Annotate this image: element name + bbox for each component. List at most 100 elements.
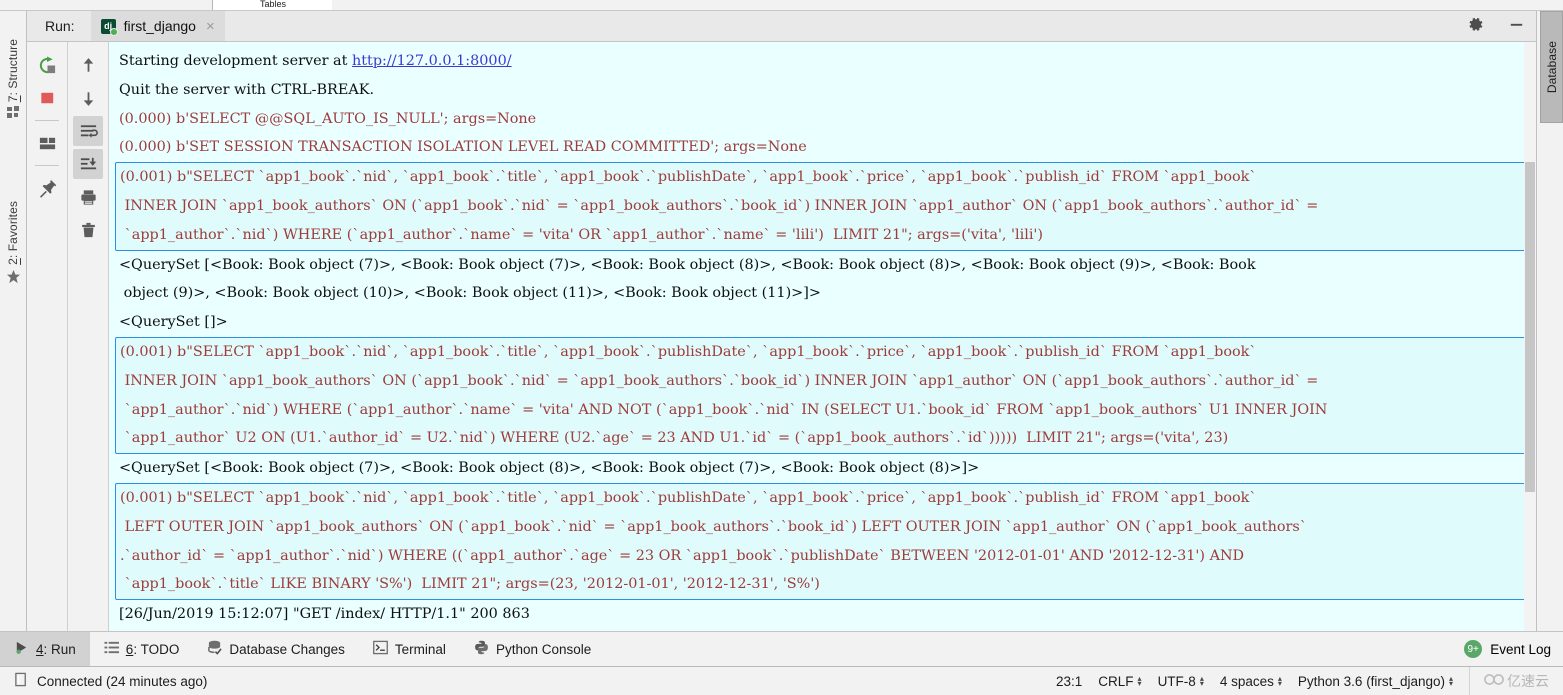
console-text: object (9)>, <Book: Book object (10)>, <… <box>119 285 821 302</box>
indent-picker[interactable]: 4 spaces ▴ ▾ <box>1220 674 1282 689</box>
console-line: <QuerySet []> <box>119 308 1536 337</box>
console-line: .`author_id` = `app1_author`.`nid`) WHER… <box>120 547 1245 564</box>
console-vertical-scrollbar[interactable] <box>1524 42 1536 631</box>
sidebar-item-structure[interactable]: 7: Structure <box>0 39 26 124</box>
toolbar-separator <box>35 120 59 121</box>
console-line: `app1_author`.`nid`) WHERE (`app1_author… <box>120 226 1043 243</box>
scrollbar-thumb[interactable] <box>1525 162 1535 492</box>
console-line: Quit the server with CTRL-BREAK. <box>119 76 1536 105</box>
console-line: object (9)>, <Book: Book object (10)>, <… <box>119 279 1536 308</box>
up-arrow-icon[interactable] <box>73 50 103 80</box>
editor-tab-stub-tables[interactable]: Tables <box>212 0 334 10</box>
status-connection-label: Connected (24 minutes ago) <box>37 673 208 689</box>
event-log-badge: 9+ <box>1464 640 1483 658</box>
ide-window: Tables 7: Structure 2: Favorites Run: dj… <box>0 0 1563 695</box>
event-log-label: Event Log <box>1490 641 1551 657</box>
editor-tab-stub-right <box>332 0 1202 10</box>
tool-tab-todo-label: 6: TODO <box>125 641 180 657</box>
event-log-button[interactable]: 9+ Event Log <box>1464 632 1551 666</box>
down-arrow-icon[interactable] <box>73 83 103 113</box>
run-tool-window-header: Run: dj first_django × <box>27 11 1536 42</box>
print-icon[interactable] <box>73 182 103 212</box>
tool-tab-database-changes-label: Database Changes <box>229 641 345 657</box>
server-url-link[interactable]: http://127.0.0.1:8000/ <box>352 53 512 69</box>
chevron-updown-icon: ▴ ▾ <box>1448 674 1453 688</box>
status-connection[interactable]: Connected (24 minutes ago) <box>0 672 207 690</box>
sql-highlight-box[interactable]: (0.001) b"SELECT `app1_book`.`nid`, `app… <box>115 336 1528 455</box>
scroll-to-end-icon[interactable] <box>73 149 103 179</box>
minimize-icon[interactable] <box>1507 15 1526 37</box>
sidebar-item-favorites[interactable]: 2: Favorites <box>0 201 26 289</box>
status-bar-right: 23:1 CRLF ▴ ▾ UTF-8 ▴ ▾ 4 spaces ▴ ▾ Python… <box>1056 667 1563 695</box>
toolbar-separator <box>35 165 59 166</box>
line-separator-picker[interactable]: CRLF ▴ ▾ <box>1098 674 1141 689</box>
console-line: Starting development server at http://12… <box>119 47 1536 76</box>
tool-tab-run[interactable]: 4: Run <box>0 632 90 666</box>
encoding-picker[interactable]: UTF-8 ▴ ▾ <box>1158 674 1204 689</box>
run-configuration-tab-label: first_django <box>123 18 196 34</box>
tool-tab-python-console-label: Python Console <box>495 641 592 657</box>
status-bar: Connected (24 minutes ago) 23:1 CRLF ▴ ▾ … <box>0 666 1563 695</box>
run-tool-window: Run: dj first_django × Starting developm… <box>27 11 1536 631</box>
stop-icon[interactable] <box>32 83 62 113</box>
close-icon[interactable]: × <box>204 19 217 34</box>
chevron-updown-icon: ▴ ▾ <box>1277 674 1282 688</box>
run-tool-window-body: Starting development server at http://12… <box>27 42 1536 631</box>
soft-wrap-icon[interactable] <box>73 116 103 146</box>
sidebar-item-database[interactable]: Database <box>1540 11 1563 123</box>
settings-gear-icon[interactable] <box>1466 15 1485 37</box>
pin-icon[interactable] <box>32 173 62 203</box>
console-line: (0.001) b"SELECT `app1_book`.`nid`, `app… <box>120 489 1257 506</box>
line-separator-label: CRLF <box>1098 673 1134 689</box>
sql-highlight-box[interactable]: (0.001) b"SELECT `app1_book`.`nid`, `app… <box>115 482 1528 601</box>
console-text: (0.000) b'SET SESSION TRANSACTION ISOLAT… <box>119 139 807 156</box>
caret-position[interactable]: 23:1 <box>1056 674 1082 689</box>
rerun-icon[interactable] <box>32 50 62 80</box>
sql-highlight-box[interactable]: (0.001) b"SELECT `app1_book`.`nid`, `app… <box>115 162 1528 251</box>
structure-icon <box>6 106 20 122</box>
tool-tab-database-changes[interactable]: Database Changes <box>193 632 359 666</box>
tool-tab-run-label: 4: Run <box>36 641 76 657</box>
console-text: <QuerySet []> <box>119 314 228 331</box>
todo-list-icon <box>104 640 119 658</box>
tool-tab-python-console[interactable]: Python Console <box>460 632 605 666</box>
console-text: <QuerySet [<Book: Book object (7)>, <Boo… <box>119 256 1256 273</box>
run-console-output[interactable]: Starting development server at http://12… <box>109 42 1536 631</box>
indent-label: 4 spaces <box>1219 673 1274 689</box>
console-text: (0.000) b'SELECT @@SQL_AUTO_IS_NULL'; ar… <box>119 110 537 127</box>
layout-icon[interactable] <box>32 128 62 158</box>
console-line: `app1_author`.`nid`) WHERE (`app1_author… <box>120 401 1328 418</box>
run-arrow-icon <box>14 640 29 658</box>
run-configuration-tab[interactable]: dj first_django × <box>90 11 225 41</box>
console-line: INNER JOIN `app1_book_authors` ON (`app1… <box>120 197 1319 214</box>
trash-icon[interactable] <box>73 215 103 245</box>
console-line: (0.001) b"SELECT `app1_book`.`nid`, `app… <box>120 343 1257 360</box>
console-line: <QuerySet [<Book: Book object (7)>, <Boo… <box>119 251 1536 280</box>
tool-window-bar-bottom: 4: Run 6: TODO Database Changes Terminal… <box>0 631 1563 666</box>
console-text: Starting development server at <box>119 53 352 69</box>
star-icon <box>6 269 21 287</box>
tool-tab-terminal[interactable]: Terminal <box>359 632 460 666</box>
tool-tab-todo[interactable]: 6: TODO <box>90 632 194 666</box>
interpreter-label: Python 3.6 (first_django) <box>1297 673 1445 689</box>
terminal-icon <box>373 640 388 658</box>
run-tool-window-header-actions <box>1466 11 1526 41</box>
console-line: INNER JOIN `app1_book_authors` ON (`app1… <box>120 372 1319 389</box>
interpreter-picker[interactable]: Python 3.6 (first_django) ▴ ▾ <box>1298 674 1453 689</box>
run-label: Run: <box>45 18 75 34</box>
right-tool-rail: Database <box>1536 11 1563 631</box>
console-line: `app1_book`.`title` LIKE BINARY 'S%') LI… <box>120 576 820 593</box>
console-line: <QuerySet [<Book: Book object (7)>, <Boo… <box>119 454 1536 483</box>
console-line: (0.000) b'SELECT @@SQL_AUTO_IS_NULL'; ar… <box>119 105 1536 134</box>
watermark-icon <box>1484 673 1504 689</box>
editor-tab-stub-left[interactable] <box>107 0 212 10</box>
console-line: [26/Jun/2019 15:12:07] "GET /index/ HTTP… <box>119 600 1536 629</box>
run-toolbar-secondary <box>68 42 109 631</box>
sidebar-item-favorites-label: 2: Favorites <box>6 201 20 265</box>
console-lines: Starting development server at http://12… <box>115 47 1536 629</box>
python-icon <box>474 640 489 658</box>
console-line: (0.001) b"SELECT `app1_book`.`nid`, `app… <box>120 169 1257 186</box>
database-changes-icon <box>207 640 223 658</box>
console-line: `app1_author` U2 ON (U1.`author_id` = U2… <box>120 430 1229 447</box>
sidebar-item-database-label: Database <box>1544 40 1559 94</box>
